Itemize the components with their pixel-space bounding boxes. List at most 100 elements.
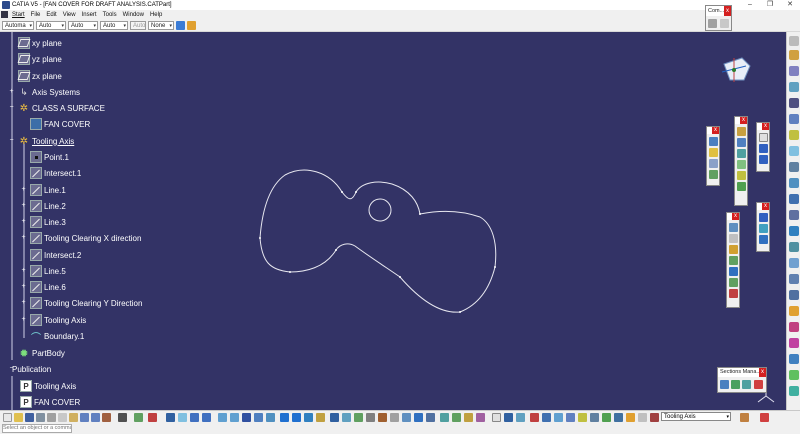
sweep-tool-icon[interactable] [789,258,799,268]
menu-edit[interactable]: Edit [43,12,59,18]
formula-icon[interactable] [118,413,127,422]
close-icon[interactable]: x [740,117,747,124]
close-icon[interactable]: x [732,213,739,220]
blend-icon[interactable] [709,159,718,168]
undo-icon[interactable] [80,413,89,422]
menu-file[interactable]: File [28,12,44,18]
light-icon[interactable] [464,413,473,422]
color-select[interactable]: Automa ▾ [2,21,34,30]
menu-tools[interactable]: Tools [100,12,120,18]
menu-help[interactable]: Help [147,12,165,18]
expand-toggle[interactable]: + [20,267,27,274]
tree-item-tooling-clearing-x[interactable]: Tooling Clearing X direction [30,231,141,245]
tree-item-fan-cover[interactable]: FAN COVER [30,117,90,131]
expand-toggle[interactable]: + [20,202,27,209]
style-select[interactable]: None ▾ [148,21,174,30]
loft-icon[interactable] [789,290,799,300]
point-tool-icon[interactable] [789,66,799,76]
curvature-tool-icon[interactable] [452,413,461,422]
close-icon[interactable]: x [762,123,769,130]
tree-item-class-a-surface[interactable]: ✲ CLASS A SURFACE [18,101,105,115]
render-icon[interactable] [476,413,485,422]
knowledge-icon[interactable] [134,413,143,422]
hide-show-icon[interactable] [304,413,313,422]
tree-item-intersect-1[interactable]: Intersect.1 [30,166,81,180]
tree-item-line-6[interactable]: Line.6 [30,280,66,294]
snap-icon[interactable] [414,413,423,422]
trim-tool-icon[interactable] [789,338,799,348]
join-icon[interactable] [737,127,746,136]
copy-icon[interactable] [720,19,729,28]
sketch-icon[interactable] [789,50,799,60]
list-icon[interactable] [708,19,717,28]
repeat-icon[interactable] [759,155,768,164]
close-button[interactable]: ✕ [780,0,800,10]
command-input[interactable] [2,424,72,433]
close-icon[interactable]: x [759,368,766,377]
section-volume-icon[interactable] [742,380,751,389]
edges-icon[interactable] [292,413,301,422]
tree-item-publication[interactable]: Publication [12,362,51,376]
cut-icon[interactable] [47,413,56,422]
filter-icon[interactable] [554,413,563,422]
grid-tool-icon[interactable] [402,413,411,422]
workbench-select[interactable]: Tooling Axis ▾ [661,412,731,421]
macro-icon[interactable] [602,413,611,422]
expand-toggle[interactable]: + [20,234,27,241]
floating-toolbar-4[interactable]: x [726,212,740,308]
intersection-icon[interactable] [789,130,799,140]
tree-item-tooling-axis[interactable]: Tooling Axis [30,313,86,327]
catalog-icon[interactable] [366,413,375,422]
pan-icon[interactable] [190,413,199,422]
plane-tool-icon[interactable] [789,82,799,92]
floating-toolbar-5[interactable]: x [756,202,770,252]
curvature-icon[interactable] [759,235,768,244]
thickness-select[interactable]: Auto ▾ [100,21,128,30]
expand-toggle[interactable]: + [20,186,27,193]
isometric-view-icon[interactable] [266,413,275,422]
tree-item-tooling-axis-set[interactable]: ✲ Tooling Axis [18,134,74,148]
fill-icon[interactable] [709,148,718,157]
floating-toolbar-1[interactable]: x [706,126,720,186]
close-icon[interactable]: x [762,203,769,210]
expand-toggle[interactable]: + [20,316,27,323]
close-icon[interactable]: x [724,6,731,16]
expand-toggle[interactable]: − [8,104,15,111]
tree-item-boundary-1[interactable]: ⌒ Boundary.1 [30,329,84,344]
extrude-icon[interactable] [789,178,799,188]
tree-item-pub-tooling-axis[interactable]: P Tooling Axis [20,379,76,393]
tree-item-yz-plane[interactable]: yz plane [18,52,62,66]
menu-view[interactable]: View [60,12,79,18]
workbench-icon[interactable] [650,413,659,422]
painter-icon[interactable] [176,21,185,30]
painter-tool-icon[interactable] [740,413,749,422]
close-icon[interactable]: x [712,127,719,134]
shading-icon[interactable] [280,413,289,422]
expand-toggle[interactable]: + [20,283,27,290]
menu-start[interactable]: Start [9,12,28,18]
redo-icon[interactable] [91,413,100,422]
linetype-select[interactable]: Auto ▾ [68,21,98,30]
sketcher-icon[interactable] [330,413,339,422]
swap-space-icon[interactable] [316,413,325,422]
menu-insert[interactable]: Insert [79,12,100,18]
tree-item-line-3[interactable]: Line.3 [30,215,66,229]
expand-toggle[interactable]: + [20,299,27,306]
line-icon[interactable] [789,98,799,108]
zoom-out-icon[interactable] [230,413,239,422]
helix-icon[interactable] [729,267,738,276]
copy-icon[interactable] [58,413,67,422]
update-icon[interactable] [148,413,157,422]
transform-icon[interactable] [789,386,799,396]
section-delete-icon[interactable] [754,380,763,389]
fillet-icon[interactable] [737,171,746,180]
stop-icon[interactable] [530,413,539,422]
minimize-button[interactable]: – [740,0,760,10]
spline-tool-icon[interactable] [789,162,799,172]
inertia-icon[interactable] [354,413,363,422]
offset-tool-icon[interactable] [789,242,799,252]
tree-item-line-5[interactable]: Line.5 [30,264,66,278]
section-icon[interactable] [720,380,729,389]
dock-icon[interactable] [638,413,647,422]
new-icon[interactable] [3,413,12,422]
